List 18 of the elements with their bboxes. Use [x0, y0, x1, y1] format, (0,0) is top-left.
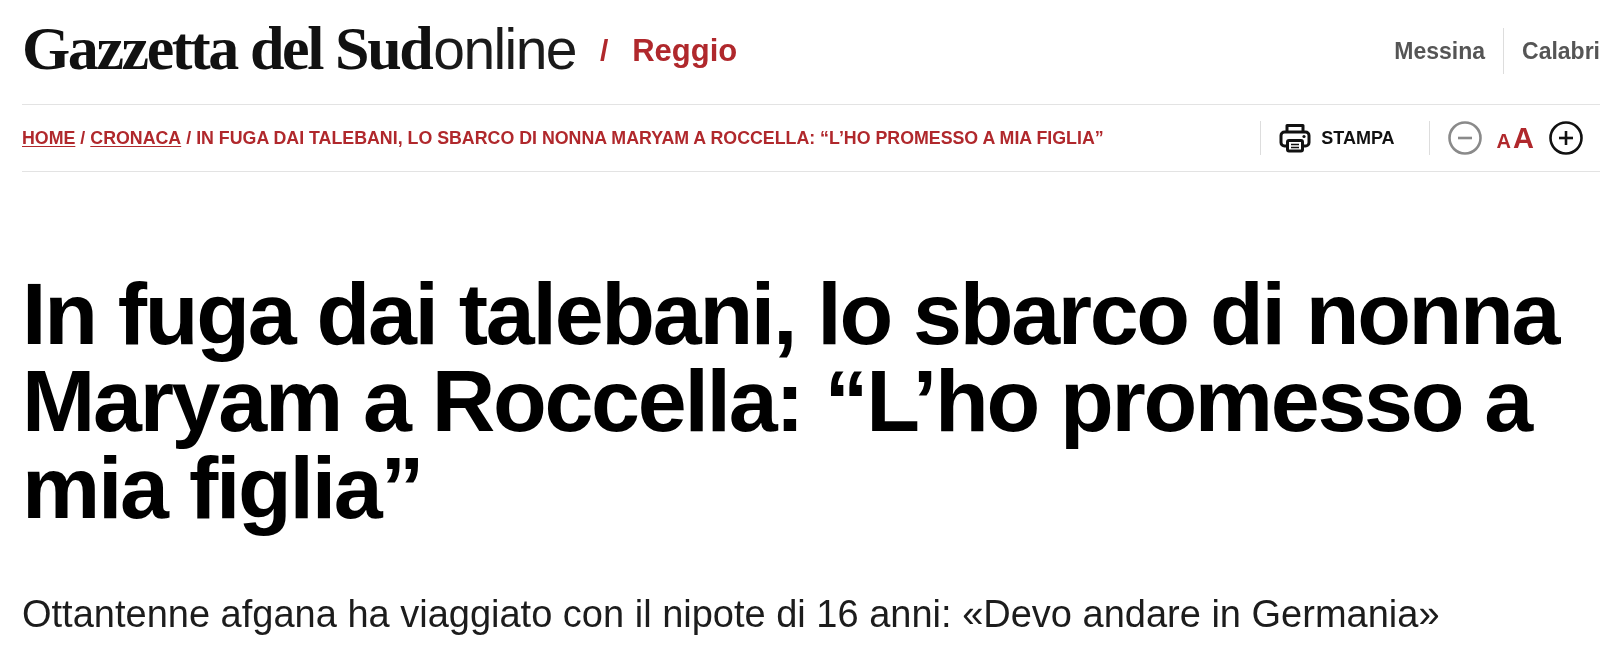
breadcrumb-link[interactable]: CRONACA	[90, 127, 182, 149]
article-summary: Ottantenne afgana ha viaggiato con il nipote di 16 anni: «Devo andare in Germania»	[22, 592, 1440, 637]
article-headline: In fuga dai talebani, lo sbarco di nonna Maryam a Roccella: “L’ho promesso a mia figlia”	[22, 263, 1561, 539]
breadcrumb-current: IN FUGA DAI TALEBANI, LO SBARCO DI NONNA MARYAM A ROCCELLA: “L’HO PROMESSO A MIA FIGLIA”	[196, 127, 1104, 149]
increase-font-button[interactable]	[1549, 121, 1583, 155]
breadcrumb-separator: /	[80, 127, 86, 149]
printer-icon	[1279, 123, 1312, 153]
breadcrumb-separator: /	[186, 127, 192, 149]
nav-link[interactable]: Calabri	[1522, 36, 1600, 66]
nav-link[interactable]: Messina	[1394, 36, 1485, 66]
breadcrumb-link[interactable]: HOME	[22, 127, 76, 149]
minus-circle-icon	[1447, 121, 1482, 155]
plus-circle-icon	[1549, 121, 1583, 155]
section-separator: /	[599, 34, 609, 68]
print-button[interactable]: STAMPA	[1279, 123, 1395, 153]
section-link[interactable]: Reggio	[632, 33, 738, 69]
site-logo[interactable]: Gazzetta del Sudonline	[22, 17, 576, 79]
font-size-label: AA	[1496, 123, 1534, 153]
